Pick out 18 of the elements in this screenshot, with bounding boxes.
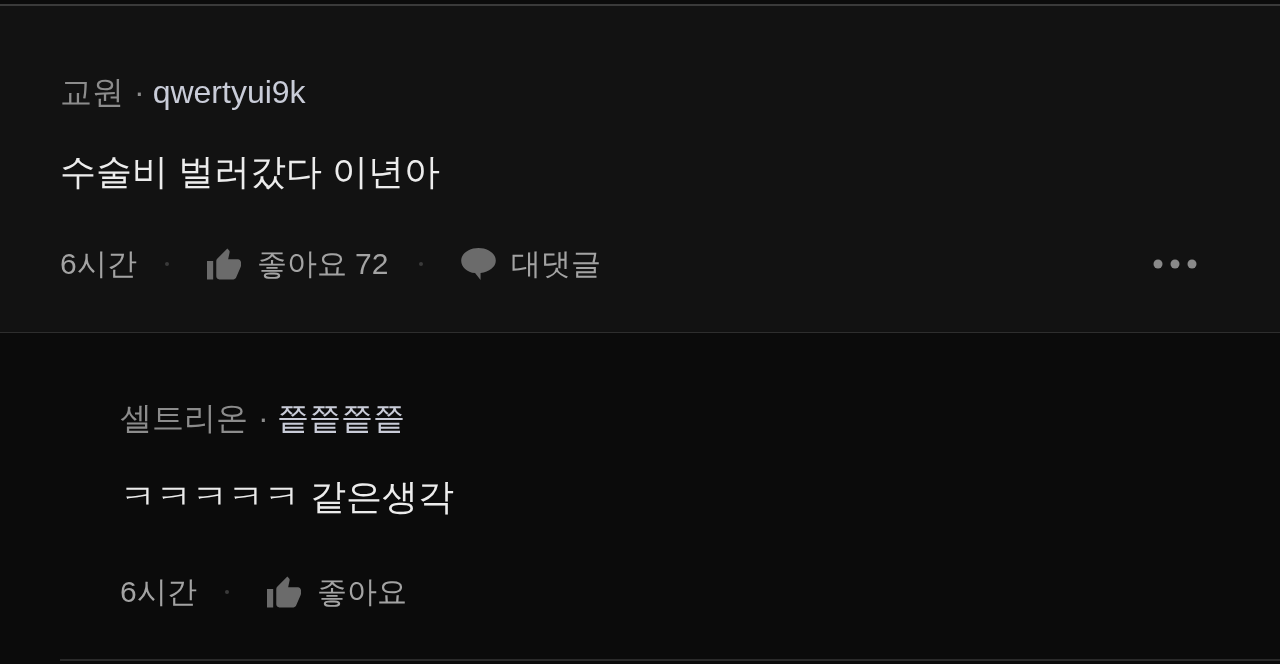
thumbs-up-icon [266, 576, 301, 608]
like-button[interactable]: 좋아요 [266, 572, 407, 612]
like-button[interactable]: 좋아요 72 [206, 244, 389, 284]
author-tag: 교원 [60, 72, 124, 112]
timestamp: 6시간 [60, 246, 137, 282]
more-icon [1153, 259, 1197, 269]
author-name[interactable]: qwertyui9k [152, 72, 306, 112]
thumbs-up-icon [206, 248, 241, 280]
speech-bubble-icon [461, 248, 497, 280]
separator-text: · [258, 399, 269, 438]
author-name[interactable]: 쯭쯭쯭쯭 [276, 398, 405, 438]
separator-text: · [134, 73, 145, 112]
timestamp: 6시간 [120, 574, 197, 610]
author-tag: 셀트리온 [120, 398, 248, 438]
comment-text: ㅋㅋㅋㅋㅋ 같은생각 [120, 475, 454, 519]
more-button[interactable] [1153, 259, 1197, 269]
comment-text: 수술비 벌러갔다 이년아 [60, 150, 440, 194]
reply-button[interactable]: 대댓글 [461, 244, 602, 284]
